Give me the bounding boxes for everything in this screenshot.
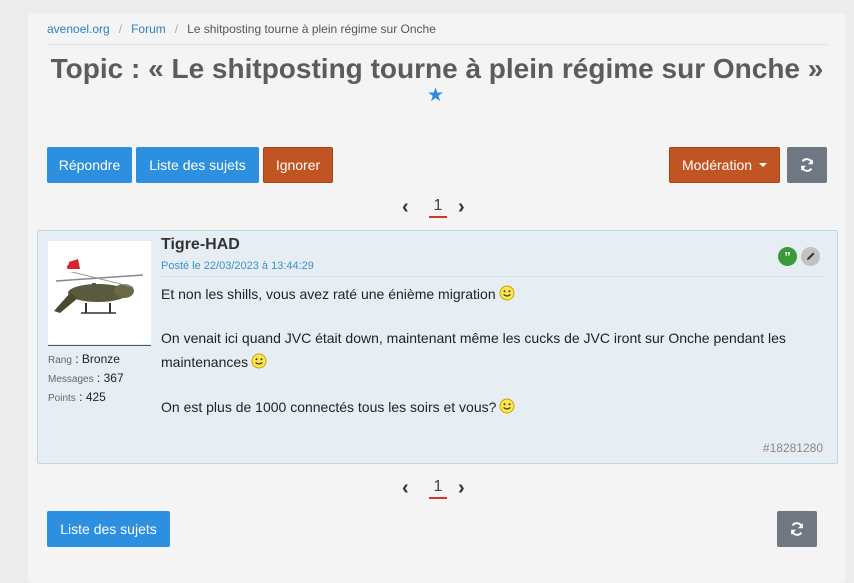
breadcrumb-separator: / <box>118 22 123 36</box>
forum-post: Rang : Bronze Messages : 367 Points : 42… <box>37 230 838 464</box>
moderation-label: Modération <box>681 157 753 173</box>
post-divider <box>161 276 824 277</box>
avatar-divider <box>48 345 151 346</box>
caret-down-icon <box>759 163 768 167</box>
prev-page-icon[interactable]: ‹ <box>402 196 409 218</box>
favorite-star-icon[interactable]: ★ <box>427 86 444 106</box>
rank-value: Bronze <box>81 352 120 366</box>
post-line: On venait ici quand JVC était down, main… <box>161 330 786 346</box>
post-author[interactable]: Tigre-HAD <box>161 236 240 254</box>
post-line: Et non les shills, vous avez raté une én… <box>161 285 515 302</box>
topics-list-button[interactable]: Liste des sujets <box>136 147 259 183</box>
breadcrumb-current: Le shitposting tourne à plein régime sur… <box>187 22 436 36</box>
breadcrumb-forum-link[interactable]: Forum <box>131 22 166 36</box>
topics-list-button-bottom[interactable]: Liste des sujets <box>47 511 170 547</box>
smiley-icon <box>251 353 267 369</box>
refresh-button-bottom[interactable] <box>777 511 817 547</box>
ignore-button[interactable]: Ignorer <box>263 147 333 183</box>
post-text: On est plus de 1000 connectés tous les s… <box>161 399 497 415</box>
breadcrumb: avenoel.org / Forum / Le shitposting tourne … <box>47 22 827 45</box>
refresh-icon <box>791 522 803 536</box>
smiley-icon <box>499 285 515 301</box>
breadcrumb-home-link[interactable]: avenoel.org <box>47 22 110 36</box>
current-page[interactable]: 1 <box>429 477 447 499</box>
pagination-bottom: ‹ 1 › <box>402 477 472 501</box>
edit-icon[interactable] <box>801 247 820 266</box>
quote-icon[interactable]: ” <box>778 247 797 266</box>
moderation-dropdown-button[interactable]: Modération <box>669 147 780 183</box>
rank-stat: Rang : Bronze <box>48 352 120 366</box>
post-date[interactable]: Posté le 22/03/2023 à 13:44:29 <box>161 260 314 272</box>
reply-button[interactable]: Répondre <box>47 147 132 183</box>
breadcrumb-separator: / <box>174 22 179 36</box>
next-page-icon[interactable]: › <box>458 196 465 218</box>
post-text: maintenances <box>161 354 249 370</box>
smiley-icon <box>499 398 515 414</box>
rank-label: Rang <box>48 355 72 366</box>
prev-page-icon[interactable]: ‹ <box>402 477 409 499</box>
messages-value: 367 <box>103 371 124 385</box>
pagination-top: ‹ 1 › <box>402 196 472 220</box>
next-page-icon[interactable]: › <box>458 477 465 499</box>
points-stat: Points : 425 <box>48 390 106 404</box>
points-label: Points <box>48 393 76 404</box>
messages-stat: Messages : 367 <box>48 371 124 385</box>
message-id[interactable]: #18281280 <box>763 441 823 455</box>
messages-label: Messages <box>48 374 94 385</box>
post-text: Et non les shills, vous avez raté une én… <box>161 286 496 302</box>
refresh-icon <box>801 158 813 172</box>
refresh-button[interactable] <box>787 147 827 183</box>
helicopter-avatar-image <box>48 241 151 344</box>
avatar[interactable] <box>48 241 151 344</box>
page-title: Topic : « Le shitposting tourne à plein … <box>50 53 824 84</box>
current-page[interactable]: 1 <box>429 196 447 218</box>
points-value: 425 <box>85 390 106 404</box>
pencil-icon <box>807 252 815 260</box>
post-line: maintenances <box>161 353 267 370</box>
post-line: On est plus de 1000 connectés tous les s… <box>161 398 515 415</box>
